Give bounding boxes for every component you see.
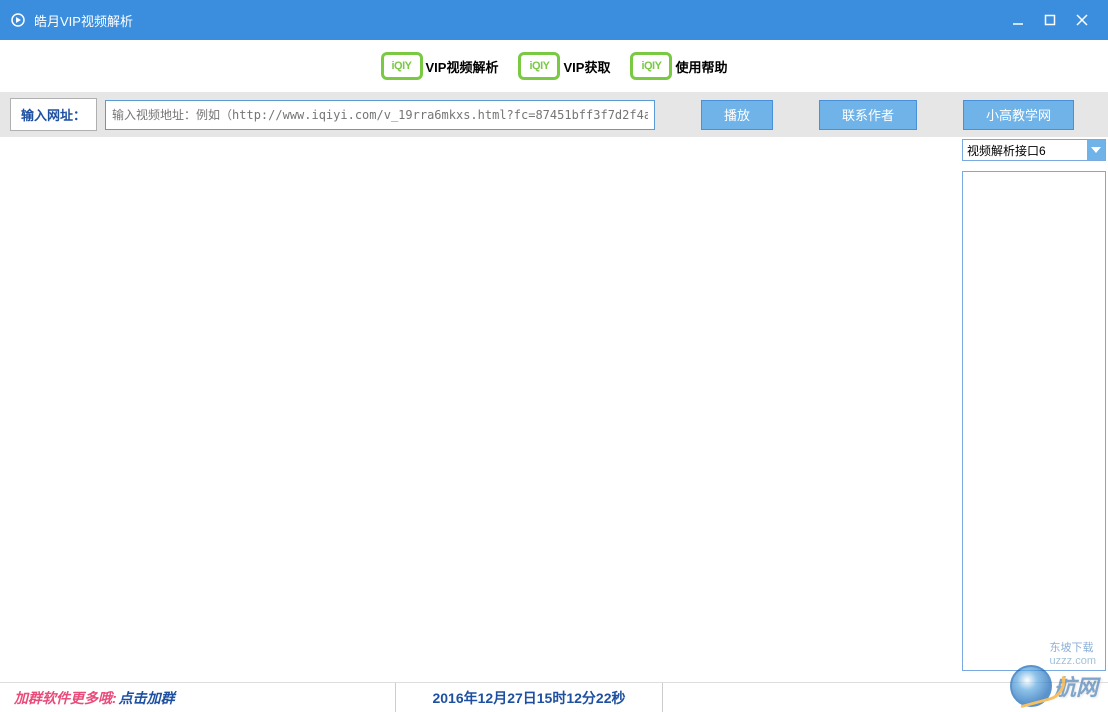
statusbar: 加群软件更多哦: 点击加群 2016年12月27日15时12分22秒 [0,682,1108,712]
tab-label: 使用帮助 [675,57,727,76]
tab-vip-parse[interactable]: iQIY VIP视频解析 [381,52,499,80]
watermark: 航网 [1010,665,1098,707]
tab-help[interactable]: iQIY 使用帮助 [630,52,727,80]
minimize-button[interactable] [1002,4,1034,36]
chevron-down-icon [1087,140,1105,160]
watermark-corner: 东坡下载 uzzz.com [1050,639,1096,667]
iqiyi-logo-icon: iQIY [518,52,560,80]
contact-author-button[interactable]: 联系作者 [819,100,917,130]
app-icon [10,12,26,28]
video-panel [0,137,960,710]
tab-label: VIP获取 [563,57,610,76]
parse-interface-dropdown[interactable]: 视频解析接口6 [962,139,1106,161]
tab-vip-get[interactable]: iQIY VIP获取 [518,52,610,80]
status-left: 加群软件更多哦: 点击加群 [0,688,175,708]
maximize-button[interactable] [1034,4,1066,36]
group-hint-text: 加群软件更多哦: [14,688,117,708]
window-title: 皓月VIP视频解析 [34,11,1002,30]
titlebar: 皓月VIP视频解析 [0,0,1108,40]
status-datetime: 2016年12月27日15时12分22秒 [395,683,663,712]
dropdown-selected: 视频解析接口6 [963,140,1087,160]
window-controls [1002,4,1098,36]
input-row: 输入网址： 播放 联系作者 小高教学网 [0,92,1108,137]
tab-label: VIP视频解析 [426,57,499,76]
content-area: 视频解析接口6 [0,137,1108,710]
side-panel: 视频解析接口6 [960,137,1108,710]
iqiyi-logo-icon: iQIY [381,52,423,80]
play-button[interactable]: 播放 [701,100,773,130]
join-group-link[interactable]: 点击加群 [119,688,175,708]
tabs-bar: iQIY VIP视频解析 iQIY VIP获取 iQIY 使用帮助 [0,40,1108,92]
url-label: 输入网址： [10,98,97,131]
side-list-box [962,171,1106,671]
tutorial-site-button[interactable]: 小高教学网 [963,100,1074,130]
iqiyi-logo-icon: iQIY [630,52,672,80]
close-button[interactable] [1066,4,1098,36]
url-input[interactable] [105,100,655,130]
